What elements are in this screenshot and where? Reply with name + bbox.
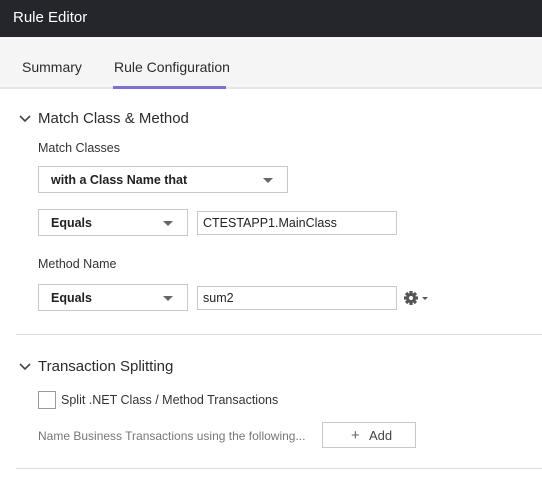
- gear-icon[interactable]: [403, 289, 429, 307]
- tab-rule-configuration[interactable]: Rule Configuration: [114, 59, 230, 75]
- class-match-type-dropdown[interactable]: with a Class Name that: [38, 166, 288, 193]
- class-operator-value: Equals: [51, 216, 92, 230]
- section-header-match-class-method[interactable]: Match Class & Method: [38, 110, 189, 127]
- title-bar: Rule Editor: [0, 0, 542, 37]
- method-name-label: Method Name: [38, 257, 117, 271]
- window-title: Rule Editor: [13, 9, 88, 26]
- method-operator-dropdown[interactable]: Equals: [38, 284, 188, 311]
- class-name-input[interactable]: [197, 211, 397, 235]
- naming-hint-text: Name Business Transactions using the fol…: [38, 429, 306, 443]
- method-operator-value: Equals: [51, 291, 92, 305]
- add-button-label: Add: [369, 428, 393, 443]
- split-transactions-checkbox[interactable]: [38, 391, 56, 409]
- split-transactions-label: Split .NET Class / Method Transactions: [61, 393, 279, 407]
- tab-summary[interactable]: Summary: [22, 59, 82, 75]
- tab-bar: Summary Rule Configuration: [0, 37, 542, 89]
- plus-icon: +: [351, 427, 360, 444]
- caret-down-icon: [263, 178, 273, 183]
- chevron-down-icon[interactable]: [18, 112, 32, 126]
- section-divider: [16, 334, 542, 335]
- active-tab-indicator: [113, 86, 226, 89]
- add-button[interactable]: + Add: [322, 422, 416, 448]
- class-operator-dropdown[interactable]: Equals: [38, 209, 188, 236]
- caret-down-icon: [163, 296, 173, 301]
- chevron-down-icon[interactable]: [18, 360, 32, 374]
- caret-down-icon: [163, 221, 173, 226]
- method-name-input[interactable]: [197, 286, 397, 310]
- class-match-type-value: with a Class Name that: [51, 173, 188, 187]
- section-header-transaction-splitting[interactable]: Transaction Splitting: [38, 358, 173, 375]
- match-classes-label: Match Classes: [38, 141, 120, 155]
- section-divider: [16, 468, 542, 469]
